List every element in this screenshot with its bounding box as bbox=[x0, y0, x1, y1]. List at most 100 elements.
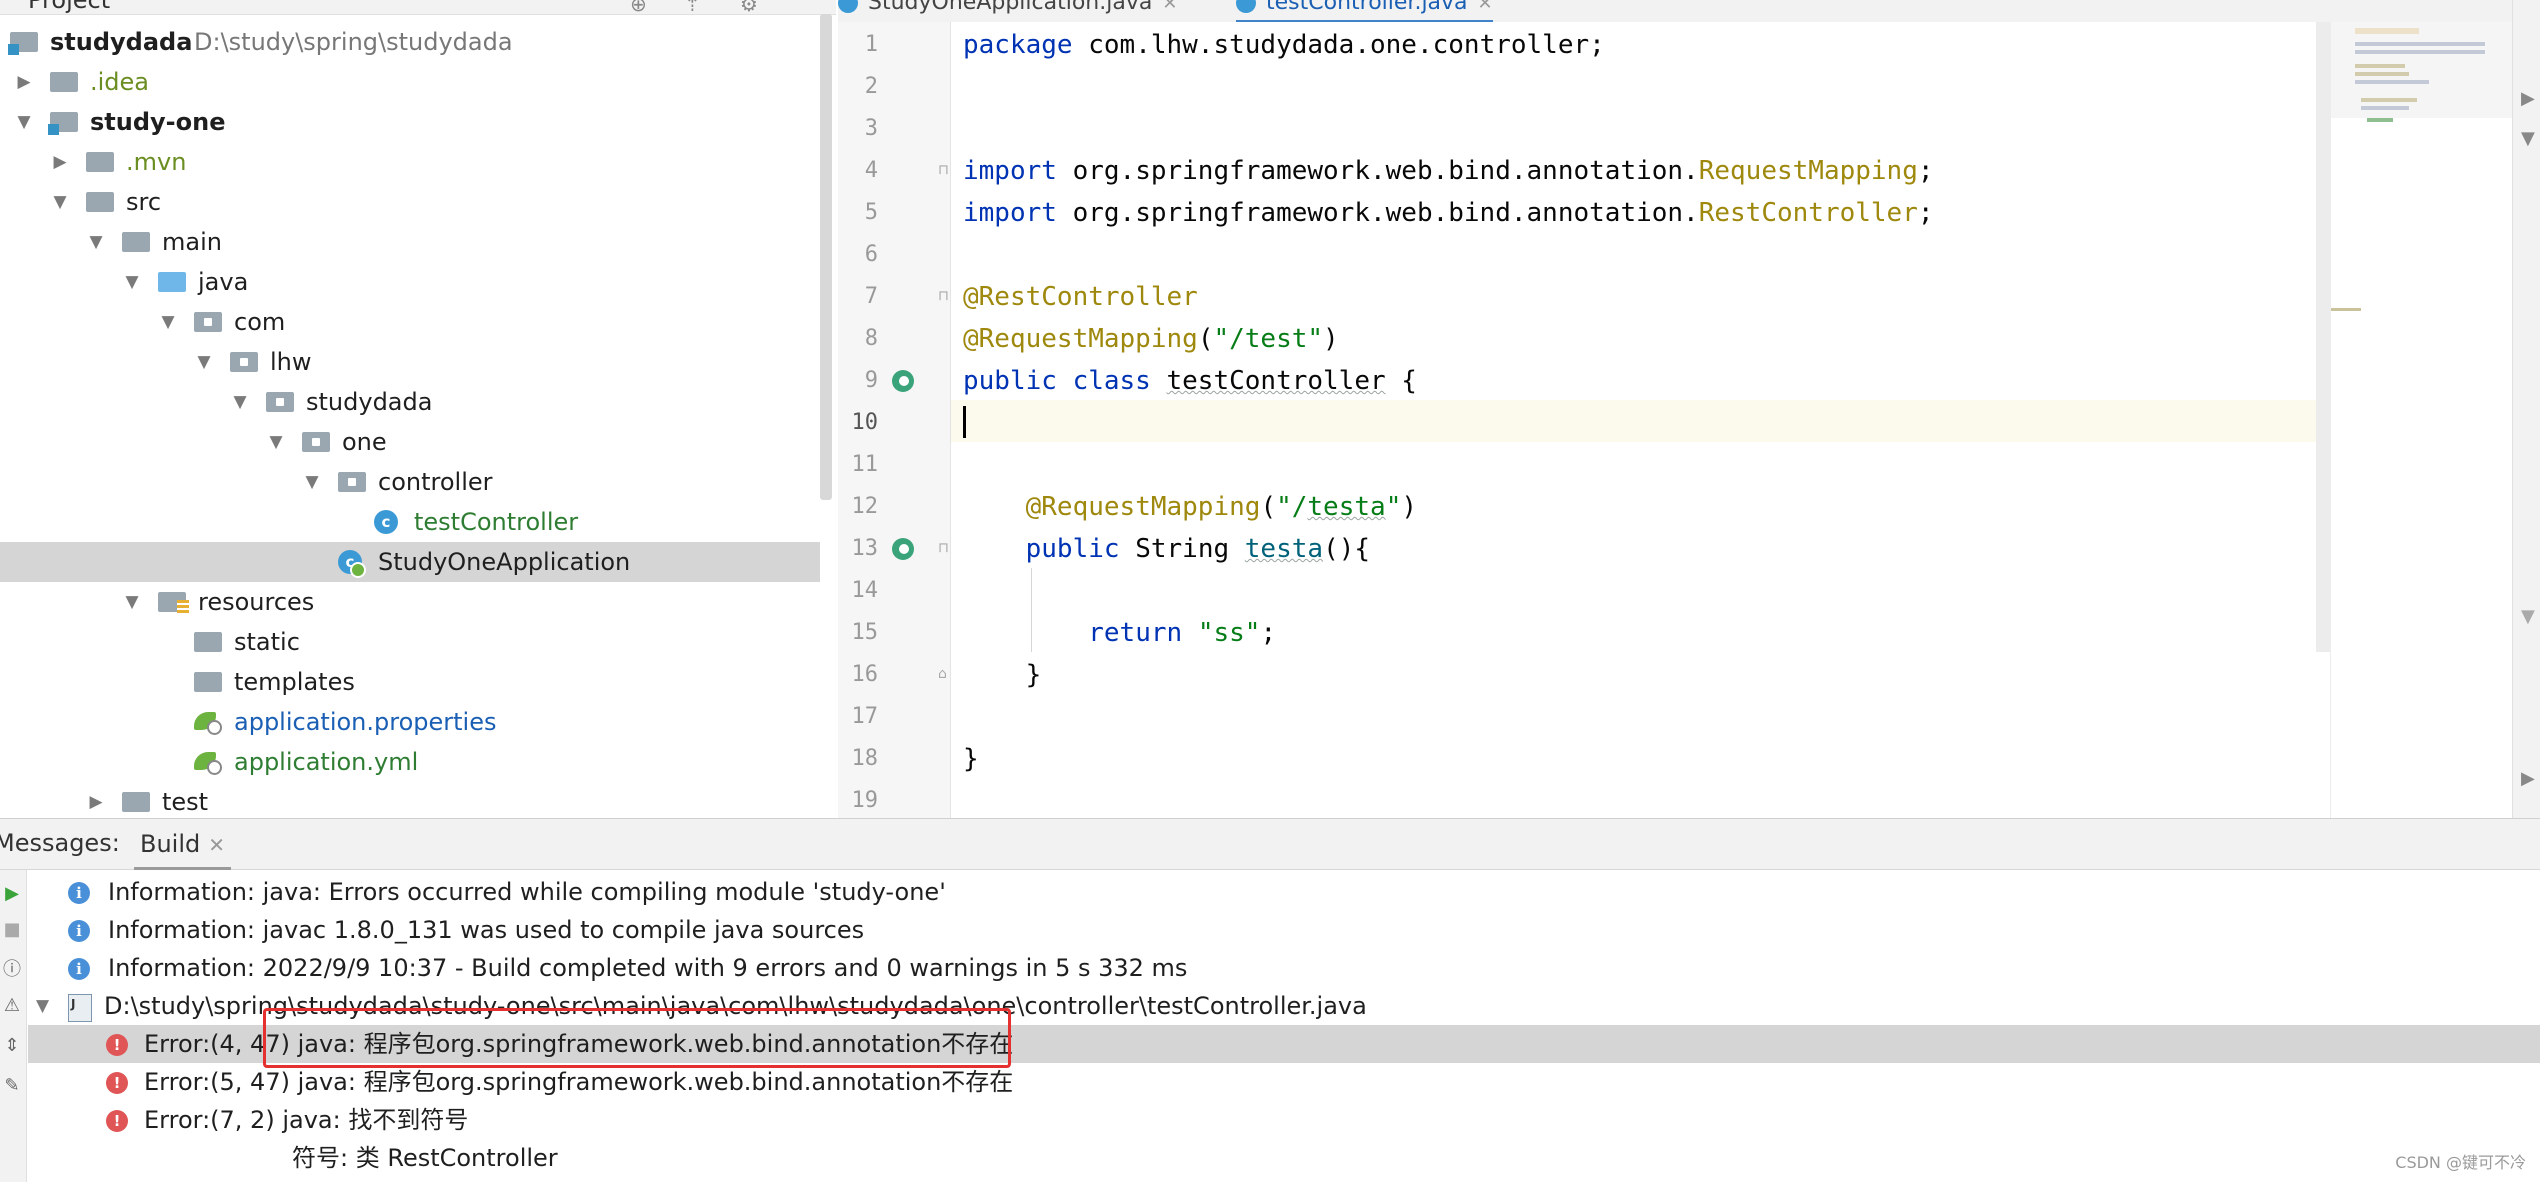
tree-item[interactable]: static bbox=[0, 622, 820, 662]
chevron-down-icon[interactable]: ▼ bbox=[14, 102, 34, 142]
warning-filter-icon[interactable]: ⚠ bbox=[2, 996, 22, 1016]
run-gutter-icon[interactable] bbox=[892, 538, 914, 560]
settings-icon[interactable]: ✎ bbox=[2, 1076, 22, 1096]
code-line[interactable]: package com.lhw.studydada.one.controller… bbox=[963, 24, 1605, 66]
code-line[interactable]: return "ss"; bbox=[963, 612, 1276, 654]
chevron-down-icon[interactable]: ▼ bbox=[158, 302, 178, 342]
fold-marker-icon[interactable]: ⊓ bbox=[938, 288, 949, 304]
error-icon: ! bbox=[106, 1034, 128, 1056]
tree-item[interactable]: ▼ main bbox=[0, 222, 820, 262]
project-scrollbar[interactable] bbox=[820, 14, 832, 500]
code-editor[interactable]: package com.lhw.studydada.one.controller… bbox=[951, 22, 2331, 818]
message-row[interactable]: i Information: java: Errors occurred whil… bbox=[28, 873, 2540, 911]
info-icon: i bbox=[68, 958, 90, 980]
chevron-right-icon[interactable]: ▶ bbox=[50, 142, 70, 182]
message-row[interactable]: i Information: 2022/9/9 10:37 - Build com… bbox=[28, 949, 2540, 987]
highlight-box bbox=[263, 1008, 1011, 1068]
message-row[interactable]: ! Error:(7, 2) java: 找不到符号 bbox=[28, 1101, 2540, 1139]
line-number-gutter[interactable]: 1 2 3 4 5 6 7 8 9 10 11 12 13 14 15 16 17 18 19 ⊓ ⊓ ⊓ ⌂ bbox=[838, 22, 951, 818]
tab-studyoneapplication[interactable]: StudyOneApplication.java ✕ bbox=[838, 0, 1177, 20]
message-row[interactable]: i Information: javac 1.8.0_131 was used t… bbox=[28, 911, 2540, 949]
info-filter-icon[interactable]: ⓘ bbox=[2, 960, 22, 980]
tree-item[interactable]: ▼ src bbox=[0, 182, 820, 222]
code-line[interactable]: public String testa(){ bbox=[963, 528, 1370, 570]
tree-item[interactable]: ▼ java bbox=[0, 262, 820, 302]
message-text: 符号: 类 RestController bbox=[292, 1144, 558, 1172]
collapse-all-icon[interactable]: ⇡ bbox=[684, 0, 701, 16]
message-row[interactable]: ! Error:(5, 47) java: 程序包org.springframew… bbox=[28, 1063, 2540, 1101]
chevron-down-icon[interactable]: ▼ bbox=[86, 222, 106, 262]
tab-build-label: Build bbox=[140, 830, 201, 858]
class-icon bbox=[1236, 0, 1256, 13]
error-icon: ! bbox=[106, 1072, 128, 1094]
line-number: 7 bbox=[864, 284, 878, 309]
chevron-down-icon[interactable]: ▼ bbox=[50, 182, 70, 222]
stop-icon[interactable]: ■ bbox=[2, 920, 22, 940]
chevron-down-icon[interactable]: ▼ bbox=[2521, 128, 2535, 149]
line-number: 12 bbox=[851, 494, 879, 519]
code-line[interactable]: @RequestMapping("/test") bbox=[963, 318, 1339, 360]
tree-item-label: static bbox=[234, 628, 300, 656]
tree-item[interactable]: application.properties bbox=[0, 702, 820, 742]
tree-item[interactable]: ▼ study-one bbox=[0, 102, 820, 142]
code-line[interactable]: @RequestMapping("/testa") bbox=[963, 486, 1417, 528]
code-line[interactable]: @RestController bbox=[963, 276, 1198, 318]
tree-item[interactable]: c testController bbox=[0, 502, 820, 542]
minimap-viewport[interactable] bbox=[2330, 22, 2512, 118]
tree-item[interactable]: c StudyOneApplication bbox=[0, 542, 820, 582]
rerun-icon[interactable]: ▶ bbox=[2, 884, 22, 904]
minimap[interactable] bbox=[2330, 22, 2531, 818]
code-line[interactable]: import org.springframework.web.bind.anno… bbox=[963, 150, 1934, 192]
close-icon[interactable]: ✕ bbox=[1478, 0, 1493, 14]
line-number: 13 bbox=[851, 536, 879, 561]
code-line[interactable]: } bbox=[963, 654, 1042, 696]
fold-marker-icon[interactable]: ⊓ bbox=[938, 162, 949, 178]
chevron-down-icon[interactable]: ▼ bbox=[266, 422, 286, 462]
fold-marker-icon[interactable]: ⊓ bbox=[938, 540, 949, 556]
editor-scrollbar[interactable] bbox=[2316, 22, 2330, 652]
chevron-down-icon[interactable]: ▼ bbox=[2521, 606, 2535, 627]
line-number: 16 bbox=[851, 662, 879, 687]
tree-item[interactable]: ▼ com bbox=[0, 302, 820, 342]
message-row[interactable]: 符号: 类 RestController bbox=[28, 1139, 2540, 1177]
tree-item[interactable]: application.yml bbox=[0, 742, 820, 782]
chevron-right-icon[interactable]: ▶ bbox=[2521, 768, 2535, 789]
tree-item[interactable]: ▼ lhw bbox=[0, 342, 820, 382]
tree-item[interactable]: studydada D:\study\spring\studydada bbox=[0, 22, 820, 62]
run-gutter-icon[interactable] bbox=[892, 370, 914, 392]
tree-item[interactable]: ▶ .mvn bbox=[0, 142, 820, 182]
tree-item[interactable]: templates bbox=[0, 662, 820, 702]
resources-folder-icon bbox=[158, 592, 189, 614]
chevron-down-icon[interactable]: ▼ bbox=[302, 462, 322, 502]
code-line[interactable]: public class testController { bbox=[963, 360, 1417, 402]
chevron-right-icon[interactable]: ▶ bbox=[14, 62, 34, 102]
tree-item-label: studydada bbox=[306, 388, 433, 416]
code-line[interactable]: } bbox=[963, 738, 979, 780]
close-icon[interactable]: ✕ bbox=[208, 833, 225, 857]
chevron-down-icon[interactable]: ▼ bbox=[36, 987, 49, 1025]
chevron-right-icon[interactable]: ▶ bbox=[86, 782, 106, 818]
folder-icon bbox=[122, 792, 150, 812]
chevron-down-icon[interactable]: ▼ bbox=[230, 382, 250, 422]
tab-build[interactable]: Build ✕ bbox=[134, 819, 232, 870]
gear-icon[interactable]: ⚙ bbox=[740, 0, 758, 16]
chevron-down-icon[interactable]: ▼ bbox=[122, 262, 142, 302]
chevron-down-icon[interactable]: ▼ bbox=[122, 582, 142, 622]
message-text: Information: javac 1.8.0_131 was used to… bbox=[108, 916, 865, 944]
close-icon[interactable]: ✕ bbox=[1162, 0, 1177, 14]
tab-testcontroller[interactable]: testController.java ✕ bbox=[1236, 0, 1493, 22]
chevron-right-icon[interactable]: ▶ bbox=[2521, 88, 2535, 109]
tree-item[interactable]: ▼ studydada bbox=[0, 382, 820, 422]
chevron-down-icon[interactable]: ▼ bbox=[194, 342, 214, 382]
messages-label: Messages: bbox=[0, 829, 120, 857]
tree-item[interactable]: ▼ one bbox=[0, 422, 820, 462]
code-line[interactable]: import org.springframework.web.bind.anno… bbox=[963, 192, 1934, 234]
locate-icon[interactable]: ⊕ bbox=[630, 0, 647, 16]
tree-item[interactable]: ▶ test bbox=[0, 782, 820, 818]
tree-item[interactable]: ▼ resources bbox=[0, 582, 820, 622]
tree-item[interactable]: ▶ .idea bbox=[0, 62, 820, 102]
expand-all-icon[interactable]: ⇕ bbox=[2, 1036, 22, 1056]
tree-item[interactable]: ▼ controller bbox=[0, 462, 820, 502]
spring-config-icon bbox=[194, 712, 222, 735]
fold-marker-icon[interactable]: ⌂ bbox=[938, 666, 947, 682]
